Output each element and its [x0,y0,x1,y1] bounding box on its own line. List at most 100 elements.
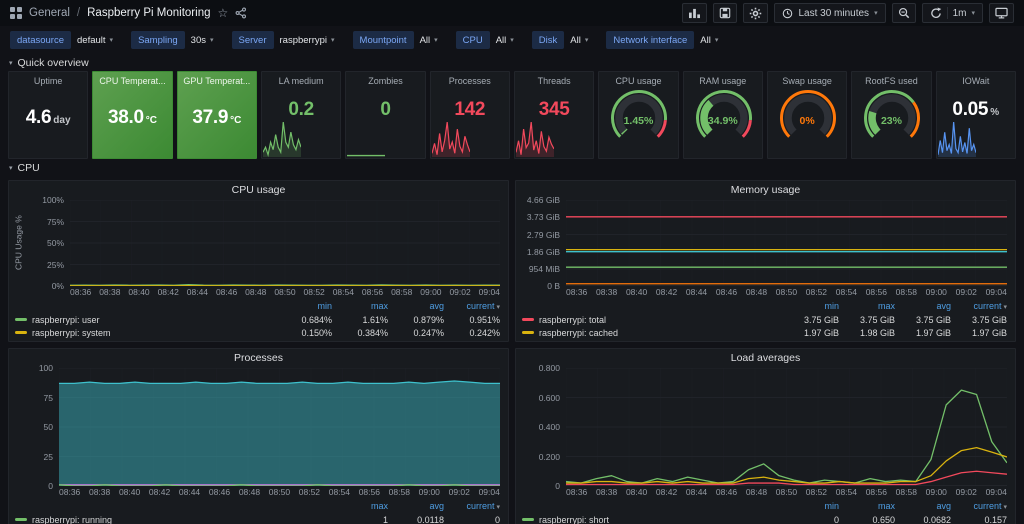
panel-title[interactable]: GPU Temperat... [178,72,256,86]
save-dashboard-button[interactable] [713,3,737,23]
panel-title[interactable]: CPU Temperat... [93,72,171,86]
legend-series-name: raspberrypi: running [32,515,112,524]
x-tick-label: 08:56 [866,286,887,298]
variable-value-datasource[interactable]: default▾ [71,31,119,49]
panel-title[interactable]: LA medium [262,72,340,86]
panel-title[interactable]: Swap usage [768,72,846,86]
kiosk-mode-button[interactable] [989,3,1014,23]
gauge: 23% [852,85,930,158]
refresh-button[interactable]: 1m ▾ [922,3,983,23]
star-icon[interactable]: ☆ [217,7,228,19]
legend-series-toggle[interactable]: raspberrypi: user [15,315,276,325]
variable-value-sampling[interactable]: 30s▾ [185,31,220,49]
row-toggle-quick-overview[interactable]: ▾ Quick overview [0,54,1024,71]
x-tick-label: 08:56 [866,486,887,498]
x-tick-label: 08:50 [776,486,797,498]
legend-value: 0.650 [839,515,895,524]
x-tick-label: 08:48 [746,486,767,498]
panel-title[interactable]: Load averages [516,349,1015,366]
legend-col-min[interactable]: min [783,301,839,311]
stat-number: 0.2 [288,99,314,120]
time-range-picker[interactable]: Last 30 minutes ▾ [774,3,885,23]
x-tick-label: 08:38 [596,486,617,498]
y-tick-label: 1.86 GiB [527,247,560,257]
legend-col-current[interactable]: current ▾ [951,301,1007,311]
legend-col-avg[interactable]: avg [895,501,951,511]
add-panel-button[interactable] [682,3,707,23]
panel-title[interactable]: Zombies [346,72,424,86]
panel-title[interactable]: RAM usage [684,72,762,86]
y-tick-label: 2.79 GiB [527,230,560,240]
panel-title[interactable]: Threads [515,72,593,86]
plot-column: 08:3608:3808:4008:4208:4408:4608:4808:50… [70,200,500,298]
breadcrumb-folder[interactable]: General [29,7,70,19]
variable-value-cpu[interactable]: All▾ [490,31,520,49]
legend-col-min[interactable]: min [783,501,839,511]
legend-series-toggle[interactable]: raspberrypi: running [15,515,332,524]
legend-col-avg[interactable]: avg [388,301,444,311]
stat-value: 0 [346,99,424,121]
variable-value-disk[interactable]: All▾ [564,31,594,49]
legend-row: raspberrypi: user0.684%1.61%0.879%0.951% [15,313,500,326]
variable-server: Serverraspberrypi▾ [232,31,341,49]
dashboard-settings-button[interactable] [743,3,768,23]
panel-title[interactable]: Processes [9,349,508,366]
variable-value-network-interface[interactable]: All▾ [694,31,724,49]
panel-title[interactable]: Memory usage [516,181,1015,198]
zoom-out-button[interactable] [892,3,916,23]
legend-col-min[interactable]: min [276,301,332,311]
chevron-down-icon: ▾ [9,59,13,67]
variable-value-server[interactable]: raspberrypi▾ [274,31,341,49]
x-tick-label: 08:44 [686,286,707,298]
sparkline [516,119,554,157]
legend-col-avg[interactable]: avg [388,501,444,511]
top-nav: General / Raspberry Pi Monitoring ☆ Last… [0,0,1024,26]
stat-panel-la-medium: LA medium 0.2 [261,71,341,159]
x-tick-label: 08:58 [389,486,410,498]
stat-panel-swap-usage: Swap usage0% [767,71,847,159]
x-tick-label: 08:42 [158,286,179,298]
legend-col-max[interactable]: max [332,301,388,311]
legend-col-current[interactable]: current ▾ [951,501,1007,511]
y-tick-label: 0 [555,481,560,491]
legend-col-max[interactable]: max [839,301,895,311]
legend-col-max[interactable]: max [332,501,388,511]
legend-series-toggle[interactable]: raspberrypi: cached [522,328,783,338]
legend-value: 1.61% [332,315,388,325]
x-tick-label: 08:48 [239,486,260,498]
legend-value: 0.247% [388,328,444,338]
variable-value-mountpoint[interactable]: All▾ [414,31,444,49]
panel-title[interactable]: IOWait [937,72,1015,86]
legend-series-toggle[interactable]: raspberrypi: total [522,315,783,325]
legend-header: minmaxavgcurrent ▾ [522,499,1007,513]
series-color-swatch-icon [15,318,27,321]
variable-datasource: datasourcedefault▾ [10,31,119,49]
panel-title[interactable]: Processes [431,72,509,86]
x-tick-label: 08:44 [686,486,707,498]
legend-col-max[interactable]: max [839,501,895,511]
x-tick-label: 08:40 [128,286,149,298]
legend-series-toggle[interactable]: raspberrypi: short [522,515,783,524]
legend-series-toggle[interactable]: raspberrypi: system [15,328,276,338]
x-tick-label: 08:40 [626,286,647,298]
panel-title[interactable]: RootFS used [852,72,930,86]
panel-title[interactable]: CPU usage [9,181,508,198]
row-toggle-cpu[interactable]: ▾ CPU [0,159,1024,176]
panel-title[interactable]: CPU usage [599,72,677,86]
legend-value: 1 [332,515,388,524]
legend-col-current[interactable]: current ▾ [444,301,500,311]
legend-col-current[interactable]: current ▾ [444,501,500,511]
y-axis-title: CPU Usage % [13,200,24,286]
variable-disk: DiskAll▾ [532,31,595,49]
legend-col-avg[interactable]: avg [895,301,951,311]
legend-series-name: raspberrypi: short [539,515,609,524]
share-icon[interactable] [235,7,247,19]
panel-processes: Processes025507510008:3608:3808:4008:420… [8,348,509,524]
stat-number: 0.05 [952,99,988,120]
variable-label: Sampling [131,31,185,49]
dashboards-grid-icon[interactable] [10,7,22,19]
x-tick-label: 08:46 [716,486,737,498]
panel-title[interactable]: Uptime [9,72,87,86]
plot-area: 025507510008:3608:3808:4008:4208:4408:46… [9,366,508,498]
legend-value: 1.97 GiB [895,328,951,338]
